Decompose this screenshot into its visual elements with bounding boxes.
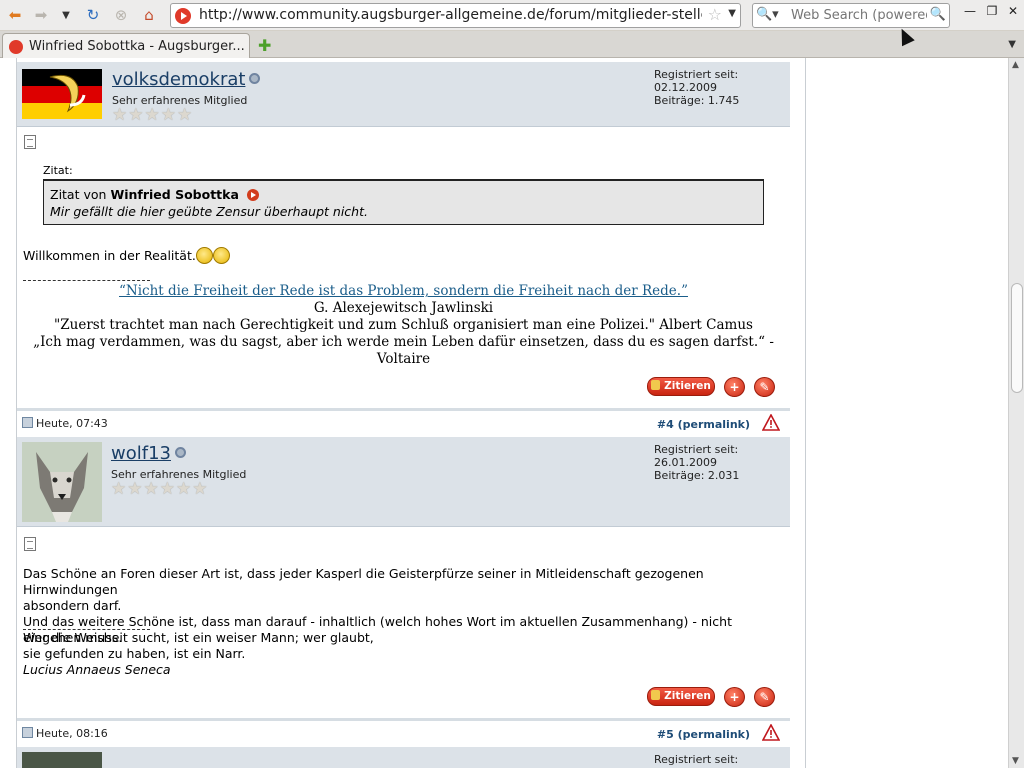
avatar[interactable] <box>22 442 102 522</box>
online-status-icon <box>249 73 261 84</box>
multi-quote-plus-icon[interactable]: + <box>724 377 745 397</box>
rating-stars-icon: ★★★★★★ <box>111 479 209 499</box>
signature-line: "Zuerst trachtet man nach Gerechtigkeit … <box>54 317 753 333</box>
signature-author: Lucius Annaeus Seneca <box>23 662 171 677</box>
report-warning-icon[interactable] <box>762 724 780 741</box>
quote-box: Zitat von Winfried Sobottka Mir gefällt … <box>43 179 764 225</box>
tab-favicon-icon <box>9 40 23 54</box>
signature-line: Wer die Weisheit sucht, ist ein weiser M… <box>23 630 374 645</box>
post-body-text: Willkommen in der Realität. <box>23 248 196 263</box>
new-tab-plus-icon[interactable]: ✚ <box>258 36 271 55</box>
cite-button[interactable]: Zitieren <box>647 687 715 706</box>
tab-list-dropdown-icon[interactable]: ▼ <box>1008 39 1016 50</box>
signature: “Nicht die Freiheit der Rede ist das Pro… <box>17 283 790 368</box>
post-header: Heute, 07:43 #4 (permalink) <box>17 408 790 435</box>
post-userbar: wolf13 Sehr erfahrenes Mitglied ★★★★★★ R… <box>17 437 790 527</box>
active-tab[interactable]: Winfried Sobottka - Augsburger... <box>2 33 250 59</box>
cite-button[interactable]: Zitieren <box>647 377 715 396</box>
reload-icon[interactable]: ↻ <box>82 4 104 26</box>
signature-line: Voltaire <box>376 351 431 367</box>
tab-bar: Winfried Sobottka - Augsburger... ✚ ▼ <box>0 31 1024 59</box>
back-arrow-icon[interactable]: ⬅ <box>4 4 26 26</box>
signature-line: G. Alexejewitsch Jawlinski <box>313 300 494 316</box>
bookmark-star-icon[interactable]: ☆ <box>708 5 722 24</box>
search-bar[interactable]: 🔍▾ 🔍 <box>752 3 950 28</box>
search-go-icon[interactable]: 🔍 <box>930 7 946 22</box>
online-status-icon <box>174 447 186 458</box>
post-document-icon <box>24 537 36 551</box>
scroll-up-icon[interactable]: ▲ <box>1012 60 1019 70</box>
post-actions: Zitieren + ✎ <box>642 377 782 397</box>
forward-arrow-icon[interactable]: ➡ <box>30 4 52 26</box>
user-stats: Registriert seit: 26.01.2009 Beiträge: 2… <box>654 443 784 482</box>
browser-toolbar: ⬅ ➡ ▼ ↻ ⊗ ⌂ http://www.community.augsbur… <box>0 0 1024 31</box>
close-window-icon[interactable]: ✕ <box>1005 4 1021 20</box>
tab-title: Winfried Sobottka - Augsburger... <box>29 39 245 54</box>
post-body-text: absondern darf. <box>23 598 122 613</box>
post-count: Beiträge: 2.031 <box>654 469 740 482</box>
signature: Wer die Weisheit sucht, ist ein weiser M… <box>23 630 374 678</box>
avatar[interactable] <box>22 69 102 119</box>
post-body-text: Das Schöne an Foren dieser Art ist, dass… <box>23 566 704 597</box>
minimize-icon[interactable]: — <box>962 4 978 20</box>
avatar[interactable] <box>22 752 102 768</box>
quote-prefix: Zitat von <box>50 187 107 202</box>
post-actions: Zitieren + ✎ <box>642 687 782 707</box>
post-date: Heute, 08:16 <box>22 727 108 740</box>
post-userbar: Registriert seit: 08.09.2007 <box>17 747 790 768</box>
quote-header: Zitat von Winfried Sobottka <box>50 187 259 202</box>
post-count: Beiträge: 1.745 <box>654 94 740 107</box>
signature-divider <box>23 280 150 281</box>
vertical-scrollbar[interactable]: ▲ ▼ <box>1008 58 1024 768</box>
wolf-avatar <box>22 442 102 522</box>
edit-pencil-icon[interactable]: ✎ <box>754 687 775 707</box>
username-link[interactable]: volksdemokrat <box>112 69 261 90</box>
scrollbar-thumb[interactable] <box>1011 283 1023 393</box>
registered-since: Registriert seit: 26.01.2009 <box>654 443 739 469</box>
content-border-right <box>805 58 806 768</box>
search-engine-icon[interactable]: 🔍▾ <box>756 7 789 24</box>
post-date: Heute, 07:43 <box>22 417 108 430</box>
scroll-down-icon[interactable]: ▼ <box>1012 756 1019 766</box>
url-text[interactable]: http://www.community.augsburger-allgemei… <box>199 7 702 23</box>
smile-smiley-icon <box>212 247 230 264</box>
edit-pencil-icon[interactable]: ✎ <box>754 377 775 397</box>
rating-stars-icon: ★★★★★ <box>112 105 194 125</box>
address-bar[interactable]: http://www.community.augsburger-allgemei… <box>170 3 741 28</box>
history-dropdown-icon[interactable]: ▼ <box>58 4 74 26</box>
page-content: volksdemokrat Sehr erfahrenes Mitglied ★… <box>0 58 1008 768</box>
registered-since: Registriert seit: 08.09.2007 <box>654 753 739 768</box>
quote-label: Zitat: <box>43 164 73 177</box>
home-icon[interactable]: ⌂ <box>138 4 160 26</box>
post-userbar: volksdemokrat Sehr erfahrenes Mitglied ★… <box>17 62 790 127</box>
signature-line: „Ich mag verdammen, was du sagst, aber i… <box>33 334 774 350</box>
search-input[interactable] <box>791 7 927 24</box>
permalink[interactable]: #5 (permalink) <box>657 728 750 741</box>
angel-smiley-icon <box>195 247 213 264</box>
view-post-arrow-icon[interactable] <box>246 189 259 201</box>
user-stats: Registriert seit: 08.09.2007 <box>654 753 784 768</box>
signature-link[interactable]: “Nicht die Freiheit der Rede ist das Pro… <box>119 283 688 299</box>
restore-icon[interactable]: ❐ <box>984 4 1000 20</box>
germany-flag-banana-avatar <box>22 69 102 119</box>
username-link[interactable]: wolf13 <box>111 443 186 464</box>
permalink[interactable]: #4 (permalink) <box>657 418 750 431</box>
post-header: Heute, 08:16 #5 (permalink) <box>17 718 790 745</box>
quote-text: Mir gefällt die hier geübte Zensur überh… <box>50 204 368 219</box>
stop-icon[interactable]: ⊗ <box>110 4 132 26</box>
post-document-icon <box>24 135 36 149</box>
site-identity-icon[interactable] <box>175 8 191 24</box>
registered-since: Registriert seit: 02.12.2009 <box>654 68 739 94</box>
multi-quote-plus-icon[interactable]: + <box>724 687 745 707</box>
user-stats: Registriert seit: 02.12.2009 Beiträge: 1… <box>654 68 784 107</box>
signature-line: sie gefunden zu haben, ist ein Narr. <box>23 646 246 661</box>
report-warning-icon[interactable] <box>762 414 780 431</box>
url-dropdown-icon[interactable]: ▼ <box>728 8 736 19</box>
quote-author: Winfried Sobottka <box>110 187 239 202</box>
post-body: Willkommen in der Realität. <box>23 247 230 264</box>
